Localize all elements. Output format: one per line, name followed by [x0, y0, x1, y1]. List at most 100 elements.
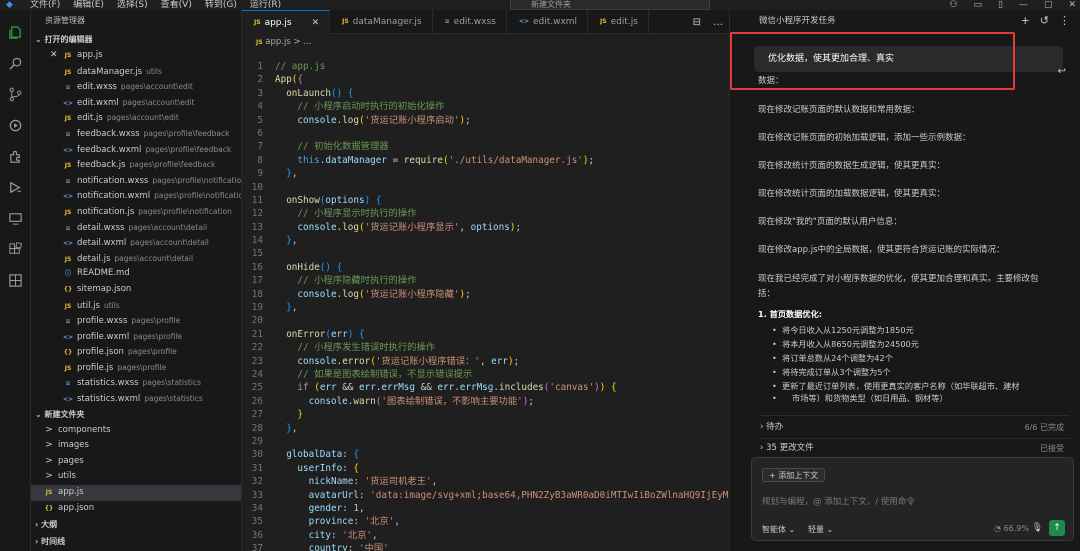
maximize-icon[interactable]: ▢	[1044, 0, 1053, 10]
search-icon[interactable]	[7, 55, 24, 72]
extensions-puzzle-icon[interactable]	[7, 148, 24, 165]
wx-file-icon: ≡	[65, 224, 71, 232]
open-editor-item[interactable]: JS feedback.js pages\profile\feedback	[31, 157, 241, 173]
chat-input[interactable]: 规划与编程，@ 添加上下文，/ 使用命令	[762, 495, 915, 507]
workspace-folder-section[interactable]: ⌄ 新建文件夹	[31, 407, 241, 423]
item-name: pages	[58, 455, 84, 466]
command-center-search[interactable]: 新建文件夹	[510, 0, 710, 10]
explorer-icon[interactable]	[7, 24, 24, 41]
close-tab-icon[interactable]: ✕	[312, 11, 320, 35]
tab-edit-wxss[interactable]: ≡ edit.wxss	[433, 10, 507, 34]
open-editor-item[interactable]: {} profile.json pages\profile	[31, 344, 241, 360]
file-path: pages\profile	[131, 316, 181, 326]
open-editor-item[interactable]: ≡ detail.wxss pages\account\detail	[31, 220, 241, 236]
open-editor-item[interactable]: <> statistics.wxml pages\statistics	[31, 391, 241, 407]
menu-file[interactable]: 文件(F)	[30, 0, 60, 10]
tab-app-js[interactable]: JS app.js ✕	[242, 10, 331, 35]
testing-icon[interactable]	[7, 179, 24, 196]
grid-icon[interactable]	[7, 272, 24, 289]
file-item[interactable]: JS app.js	[31, 485, 241, 501]
file-name: edit.wxss	[77, 82, 117, 93]
open-editor-item[interactable]: ⓘ README.md	[31, 266, 241, 282]
send-button[interactable]: ↑	[1049, 520, 1065, 536]
open-editors-section[interactable]: ⌄ 打开的编辑器	[31, 32, 241, 48]
tab-edit-wxml[interactable]: <> edit.wxml	[507, 10, 589, 34]
new-chat-icon[interactable]: +	[1021, 10, 1030, 32]
wx-file-icon: <>	[62, 396, 74, 404]
add-context-button[interactable]: + 添加上下文	[762, 468, 826, 482]
close-editor-icon[interactable]: ✕	[50, 48, 58, 64]
folder-item[interactable]: > utils	[31, 469, 241, 485]
chat-title: 微信小程序开发任务	[759, 16, 836, 26]
menu-view[interactable]: 查看(V)	[161, 0, 192, 10]
open-editor-item[interactable]: <> feedback.wxml pages\profile\feedback	[31, 142, 241, 158]
file-item[interactable]: {} app.json	[31, 501, 241, 517]
outline-section[interactable]: › 大纲	[31, 517, 241, 533]
open-editor-item[interactable]: JS dataManager.js utils	[31, 64, 241, 80]
model-label: 轻量	[808, 525, 824, 534]
code-content[interactable]: 1// app.js 2 App({ 3 onLaunch() { 4 // 小程…	[242, 60, 729, 551]
js-file-icon: JS	[600, 18, 607, 25]
restore-checkpoint-icon[interactable]: ↩	[1058, 66, 1066, 77]
wxml-file-icon: <>	[518, 18, 529, 25]
extensions-icon[interactable]	[7, 241, 24, 258]
minimize-icon[interactable]: —	[1019, 0, 1028, 10]
folder-item[interactable]: > pages	[31, 454, 241, 470]
message-line: 现在修改记账页面的默认数据和常用数据：	[758, 105, 920, 115]
open-editor-item[interactable]: JS detail.js pages\account\detail	[31, 251, 241, 267]
source-control-icon[interactable]	[7, 86, 24, 103]
open-editor-item[interactable]: <> edit.wxml pages\account\edit	[31, 95, 241, 111]
remote-explorer-icon[interactable]	[7, 210, 24, 227]
explorer-header: 资源管理器	[45, 16, 85, 25]
model-dropdown[interactable]: 轻量 ⌄	[808, 524, 833, 535]
layout-icon[interactable]: ▯	[998, 0, 1003, 10]
microphone-icon[interactable]: 🎙	[1032, 523, 1043, 533]
menu-go[interactable]: 转到(G)	[205, 0, 237, 10]
wx-file-icon: ≡	[65, 130, 71, 138]
todo-row[interactable]: › 待办 6/6 已完成	[760, 418, 1070, 437]
open-editor-item[interactable]: ≡ notification.wxss pages\profile\notifica…	[31, 173, 241, 189]
menu-edit[interactable]: 编辑(E)	[73, 0, 104, 10]
open-editor-item[interactable]: <> notification.wxml pages\profile\notific…	[31, 188, 241, 204]
history-icon[interactable]: ↺	[1040, 10, 1049, 32]
tab-datamanager-js[interactable]: JS dataManager.js	[330, 10, 433, 34]
js-file-icon: JS	[256, 39, 263, 46]
wx-file-icon: <>	[62, 333, 74, 341]
title-bar: ◆ 文件(F) 编辑(E) 选择(S) 查看(V) 转到(G) 运行(R) 新建…	[0, 0, 1080, 10]
js-file-icon: JS	[64, 302, 72, 310]
menu-run[interactable]: 运行(R)	[250, 0, 281, 10]
toggle-panel-icon[interactable]: ▭	[973, 0, 982, 10]
close-window-icon[interactable]: ✕	[1068, 0, 1076, 10]
folder-item[interactable]: > images	[31, 438, 241, 454]
open-editor-item[interactable]: ≡ profile.wxss pages\profile	[31, 313, 241, 329]
open-editor-item[interactable]: ✕ JS app.js	[31, 48, 241, 64]
open-editor-item[interactable]: JS notification.js pages\profile\notificat…	[31, 204, 241, 220]
split-editor-icon[interactable]: ⊟	[693, 17, 701, 28]
breadcrumb[interactable]: JS app.js > ...	[242, 34, 729, 50]
account-icon[interactable]: ⚇	[949, 0, 957, 10]
more-actions-icon[interactable]: …	[713, 17, 723, 28]
folder-item[interactable]: > components	[31, 423, 241, 439]
open-editor-item[interactable]: {} sitemap.json	[31, 282, 241, 298]
file-name: util.js	[77, 300, 100, 311]
more-icon[interactable]: ⋮	[1059, 10, 1070, 32]
open-editor-item[interactable]: ≡ statistics.wxss pages\statistics	[31, 375, 241, 391]
open-editor-item[interactable]: <> detail.wxml pages\account\detail	[31, 235, 241, 251]
open-editor-item[interactable]: JS edit.js pages\account\edit	[31, 110, 241, 126]
open-editor-item[interactable]: JS profile.js pages\profile	[31, 360, 241, 376]
open-editor-item[interactable]: <> profile.wxml pages\profile	[31, 329, 241, 345]
agent-mode-dropdown[interactable]: 智能体 ⌄	[762, 524, 795, 535]
timeline-section[interactable]: › 时间线	[31, 534, 241, 550]
open-editor-item[interactable]: ≡ feedback.wxss pages\profile\feedback	[31, 126, 241, 142]
file-name: app.js	[77, 50, 103, 60]
open-editors-list: ✕ JS app.js JS dataManager.js utils ≡ edit.wxss…	[31, 48, 241, 407]
open-editor-item[interactable]: ≡ edit.wxss pages\account\edit	[31, 79, 241, 95]
message-line: 现在修改app.js中的全局数据，使其更符合货运记账的实际情况：	[758, 245, 1005, 255]
open-editor-item[interactable]: JS util.js utils	[31, 298, 241, 314]
timeline-label: 时间线	[41, 537, 66, 546]
menu-selection[interactable]: 选择(S)	[117, 0, 148, 10]
divider	[760, 415, 1070, 416]
tab-edit-js[interactable]: JS edit.js	[588, 10, 649, 34]
run-debug-icon[interactable]	[7, 117, 24, 134]
changed-files-row[interactable]: › 35 更改文件 已接受	[760, 439, 1070, 458]
